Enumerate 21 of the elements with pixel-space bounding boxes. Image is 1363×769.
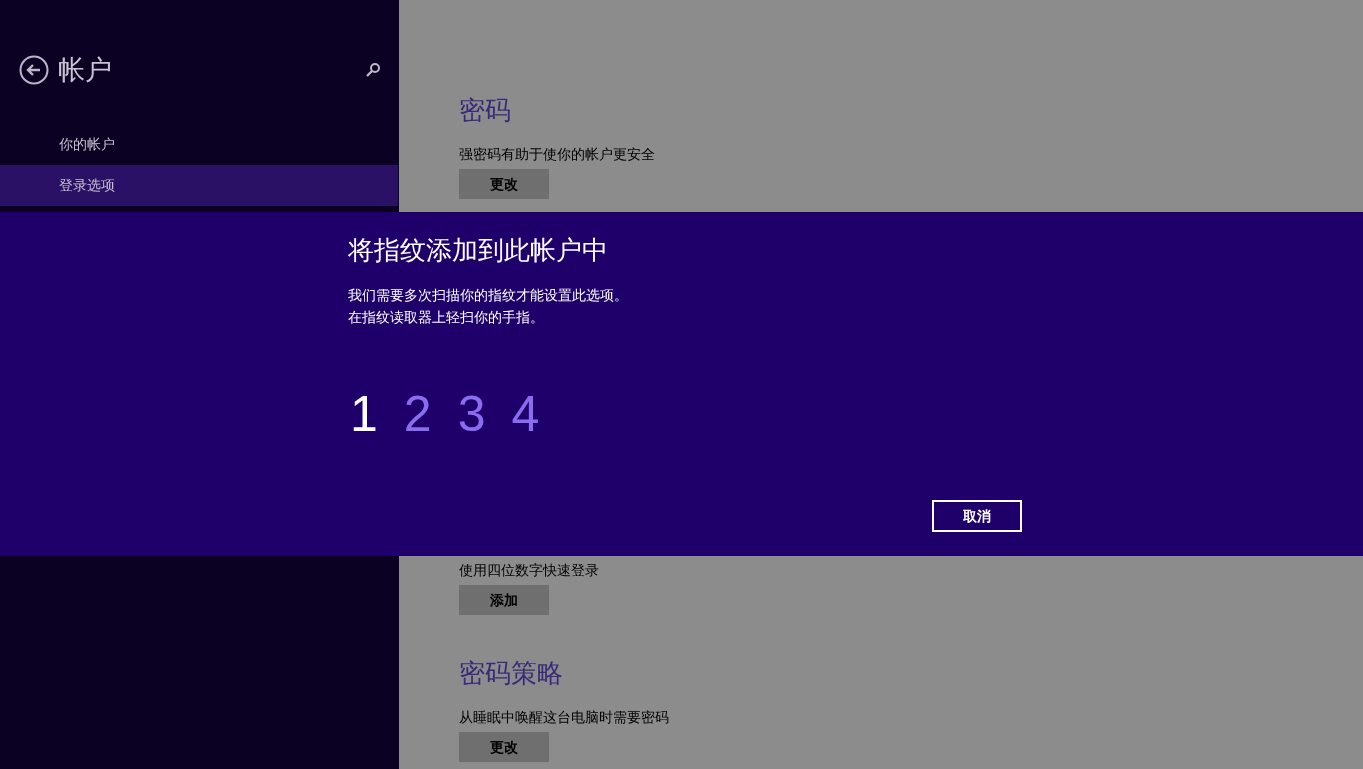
section-button[interactable]: 更改 bbox=[459, 732, 549, 762]
section-heading: 密码策略 bbox=[459, 657, 563, 690]
section-description: 从睡眠中唤醒这台电脑时需要密码 bbox=[459, 708, 669, 727]
sidebar-item[interactable]: 你的帐户 bbox=[0, 124, 398, 165]
back-icon[interactable] bbox=[19, 55, 49, 85]
section-button[interactable]: 添加 bbox=[459, 585, 549, 615]
section-button[interactable]: 更改 bbox=[459, 169, 549, 199]
dialog-text: 在指纹读取器上轻扫你的手指。 bbox=[348, 308, 544, 327]
search-icon[interactable] bbox=[365, 62, 381, 78]
scan-step: 3 bbox=[457, 386, 486, 442]
scan-step: 1 bbox=[350, 386, 378, 442]
cancel-button[interactable]: 取消 bbox=[932, 500, 1022, 532]
section-heading: 密码 bbox=[459, 94, 511, 127]
scan-step: 4 bbox=[511, 386, 540, 442]
sidebar-item[interactable]: 登录选项 bbox=[0, 165, 398, 206]
scan-step: 2 bbox=[403, 386, 432, 442]
dialog-title: 将指纹添加到此帐户中 bbox=[348, 234, 609, 267]
section-description: 使用四位数字快速登录 bbox=[459, 561, 599, 580]
section-description: 强密码有助于使你的帐户更安全 bbox=[459, 145, 655, 164]
dialog-text: 我们需要多次扫描你的指纹才能设置此选项。 bbox=[348, 286, 628, 305]
page-title: 帐户 bbox=[58, 53, 112, 87]
